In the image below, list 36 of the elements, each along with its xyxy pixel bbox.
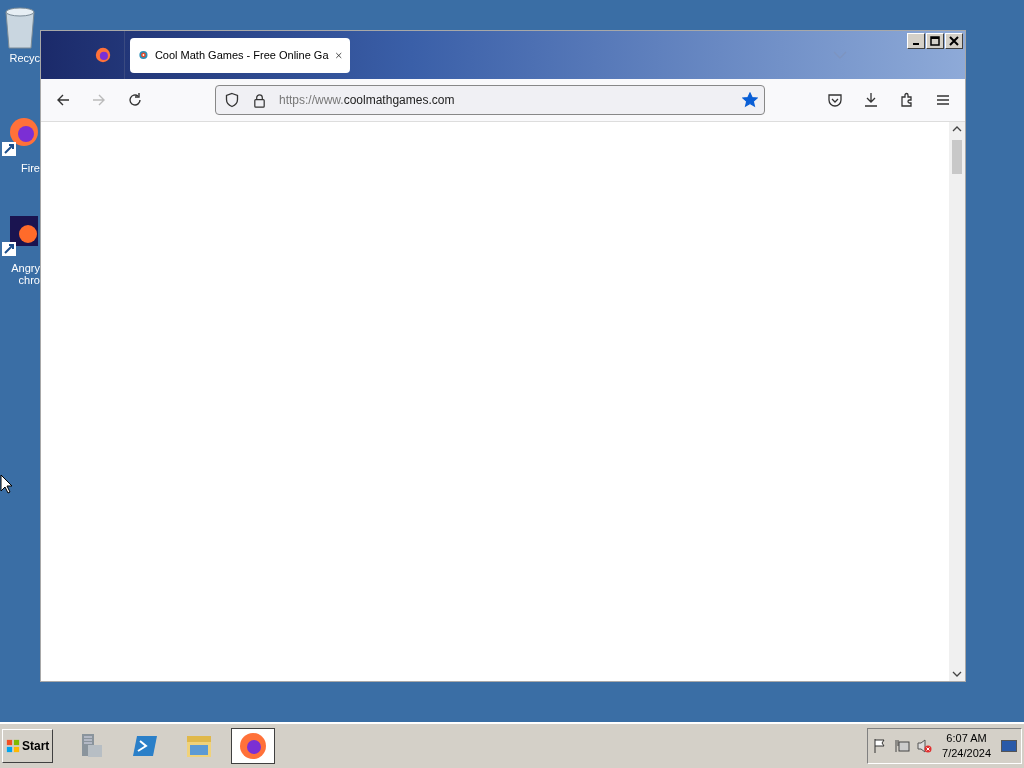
scrollbar-thumb[interactable]	[952, 140, 962, 174]
close-icon	[948, 35, 960, 47]
back-icon[interactable]	[55, 92, 71, 108]
puzzle-icon[interactable]	[899, 92, 915, 108]
menu-icon[interactable]	[935, 92, 951, 108]
taskbar-button[interactable]	[231, 728, 276, 764]
download-icon[interactable]	[863, 92, 879, 108]
start-button[interactable]: Start	[2, 729, 54, 763]
scrollbar[interactable]	[949, 122, 965, 681]
speaker-muted-icon[interactable]	[916, 738, 933, 754]
desktop-icon-label[interactable]: Recyc	[9, 52, 40, 64]
clock-date[interactable]: 7/24/2024	[942, 746, 991, 761]
desktop-icon-label[interactable]: Fire	[21, 162, 40, 174]
clock-time[interactable]: 6:07 AM	[946, 731, 987, 746]
firefox-icon[interactable]	[94, 46, 112, 64]
close-button[interactable]	[945, 33, 963, 49]
desktop-icon-label[interactable]: Angry	[11, 262, 40, 274]
mouse-cursor-icon	[0, 474, 12, 494]
recycle-bin-icon[interactable]	[2, 6, 38, 50]
maximize-button[interactable]	[926, 33, 944, 49]
scroll-up-icon[interactable]	[952, 126, 962, 132]
minimize-button[interactable]	[907, 33, 925, 49]
maximize-icon	[929, 35, 941, 47]
desktop-icon-label[interactable]: chro	[18, 274, 40, 286]
address-bar[interactable]: https://www.coolmathgames.com	[215, 85, 765, 115]
windows-logo-icon	[6, 739, 20, 753]
network-icon[interactable]	[894, 738, 911, 754]
browser-tab[interactable]: Cool Math Games - Free Online Ga	[130, 37, 350, 73]
star-icon[interactable]	[742, 92, 758, 108]
scroll-down-icon[interactable]	[952, 671, 962, 677]
lock-icon[interactable]	[252, 92, 267, 108]
firefox-icon	[238, 731, 269, 761]
minimize-icon	[913, 43, 919, 45]
pocket-icon[interactable]	[827, 92, 843, 108]
reload-icon[interactable]	[127, 92, 143, 108]
shield-icon[interactable]	[224, 92, 240, 108]
